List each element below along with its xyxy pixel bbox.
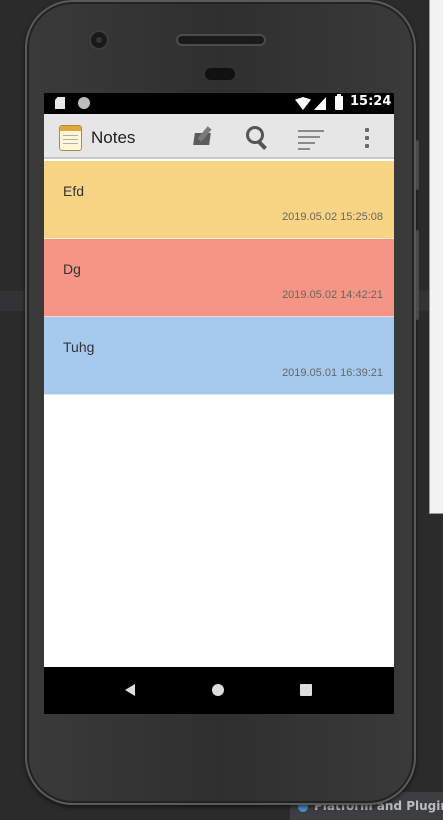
sd-card-icon <box>55 97 65 109</box>
ide-side-panel <box>429 0 443 514</box>
note-item[interactable]: Efd 2019.05.02 15:25:08 <box>44 161 394 239</box>
battery-icon <box>335 94 343 110</box>
front-camera <box>91 32 107 48</box>
app-toolbar: Notes <box>44 114 394 159</box>
signal-icon <box>314 97 326 110</box>
note-title: Efd <box>63 183 85 199</box>
sort-line <box>298 148 310 150</box>
sort-line <box>298 142 315 144</box>
earpiece-speaker <box>178 36 264 44</box>
recents-icon[interactable] <box>300 684 312 696</box>
sort-line <box>298 136 320 138</box>
volume-button <box>416 230 419 320</box>
home-icon[interactable] <box>212 684 224 696</box>
phone-screen: 15:24 Notes Efd 2019.05.02 15:25:08 Dg 2… <box>44 93 394 714</box>
sort-line <box>298 130 324 132</box>
power-button <box>416 140 419 190</box>
note-item[interactable]: Dg 2019.05.02 14:42:21 <box>44 239 394 317</box>
navigation-bar <box>44 667 394 714</box>
proximity-sensor <box>205 68 235 80</box>
app-title: Notes <box>91 128 136 147</box>
wifi-icon <box>295 97 311 110</box>
notes-list: Efd 2019.05.02 15:25:08 Dg 2019.05.02 14… <box>44 161 394 395</box>
notepad-icon <box>59 125 82 151</box>
status-time: 15:24 <box>350 94 392 109</box>
edit-note-icon[interactable] <box>190 123 220 153</box>
note-timestamp: 2019.05.02 14:42:21 <box>282 289 383 301</box>
dot <box>365 136 369 140</box>
status-bar: 15:24 <box>44 93 394 114</box>
note-title: Dg <box>63 261 81 277</box>
note-item[interactable]: Tuhg 2019.05.01 16:39:21 <box>44 317 394 395</box>
note-title: Tuhg <box>63 339 95 355</box>
back-icon[interactable] <box>125 684 135 696</box>
note-timestamp: 2019.05.02 15:25:08 <box>282 211 383 223</box>
note-timestamp: 2019.05.01 16:39:21 <box>282 367 383 379</box>
circle-icon <box>78 97 90 109</box>
dot <box>365 144 369 148</box>
dot <box>365 128 369 132</box>
sort-icon[interactable] <box>296 123 326 153</box>
search-icon[interactable] <box>243 123 273 153</box>
more-vert-icon[interactable] <box>352 123 382 153</box>
